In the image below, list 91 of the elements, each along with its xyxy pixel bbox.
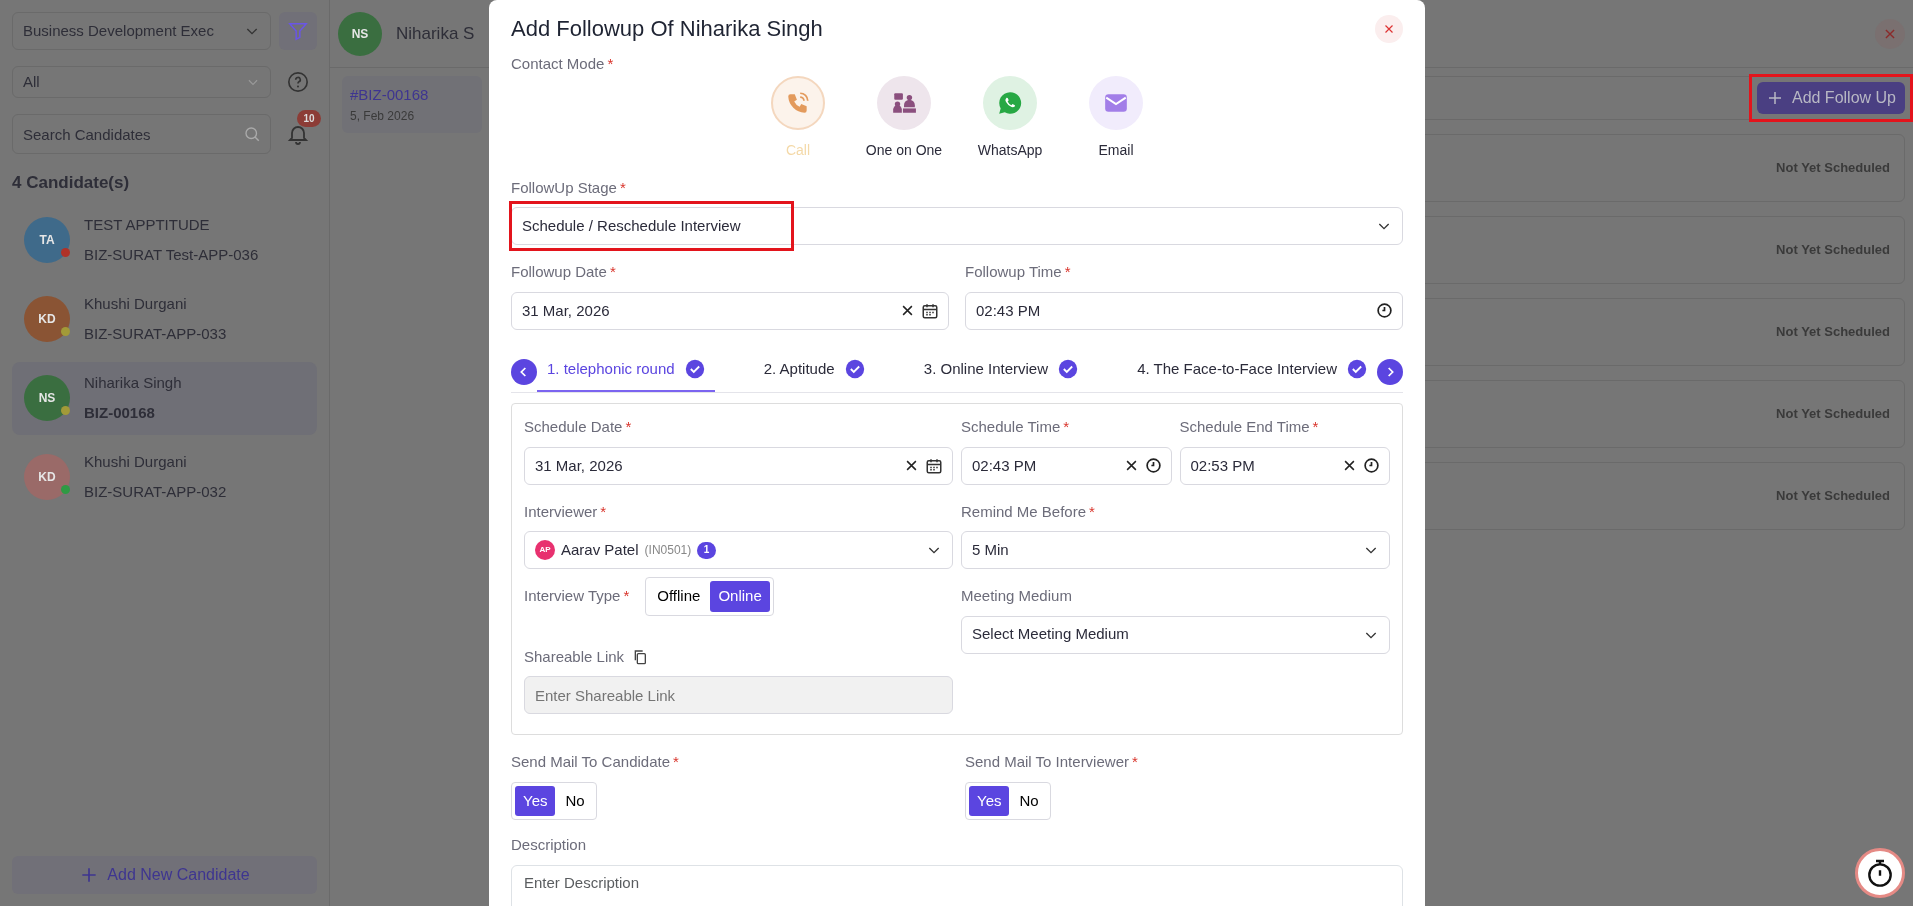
- search-icon: [243, 125, 261, 143]
- application-code: #BIZ-00168: [350, 85, 430, 105]
- field-label: Followup Time *: [965, 262, 1071, 282]
- description-field[interactable]: Enter Description: [511, 864, 1403, 906]
- filter-icon: [287, 20, 309, 42]
- interviewer-name: Aarav Patel: [561, 539, 639, 560]
- candidate-code: BIZ-SURAT-APP-032: [84, 482, 227, 502]
- toggle-option[interactable]: No: [1011, 785, 1047, 816]
- avatar-initials: KD: [24, 296, 70, 342]
- add-follow-up-button[interactable]: Add Follow Up: [1756, 82, 1905, 114]
- field-label: Description: [511, 835, 587, 855]
- clear-icon[interactable]: [900, 303, 915, 318]
- remind-select[interactable]: 5 Min: [961, 531, 1390, 569]
- field-label: Contact Mode *: [511, 54, 614, 74]
- contact-mode-label: Email: [1098, 140, 1134, 160]
- followup-status: Not Yet Scheduled: [1776, 159, 1890, 178]
- round-tab[interactable]: 3. Online Interview: [913, 351, 1089, 392]
- field-label: Send Mail To Interviewer *: [965, 752, 1138, 772]
- modal-title: Add Followup Of Niharika Singh: [511, 15, 823, 43]
- field-label: Interviewer *: [524, 501, 607, 522]
- toggle-option[interactable]: Offline: [649, 581, 709, 612]
- field-label: Schedule End Time *: [1179, 417, 1319, 437]
- search-field[interactable]: Search Candidates: [12, 114, 271, 154]
- timer-button[interactable]: [1855, 848, 1905, 898]
- candidate-count: 4 Candidate(s): [12, 172, 131, 194]
- help-icon[interactable]: [287, 71, 309, 93]
- notification-count: 10: [297, 110, 322, 127]
- avatar-initials: NS: [338, 11, 382, 56]
- time-field[interactable]: 02:53 PM: [1179, 446, 1390, 485]
- avatar-initials: KD: [24, 454, 70, 500]
- copy-icon[interactable]: [632, 648, 649, 665]
- close-icon: [1883, 26, 1897, 41]
- candidate-item[interactable]: KD Khushi Durgani BIZ-SURAT-APP-032: [12, 440, 317, 514]
- calendar-icon[interactable]: [925, 456, 943, 475]
- clear-icon[interactable]: [1342, 458, 1357, 473]
- avatar-initials: TA: [24, 217, 70, 263]
- followup-status: Not Yet Scheduled: [1776, 405, 1890, 424]
- field-label: Send Mail To Candidate *: [511, 752, 679, 772]
- followup-status: Not Yet Scheduled: [1776, 323, 1890, 342]
- candidate-name: Niharika Singh: [84, 372, 182, 393]
- interviewer-select[interactable]: AP Aarav Patel (IN0501) 1: [524, 531, 953, 569]
- avatar-initials: NS: [24, 375, 70, 421]
- candidate-code: BIZ-00168: [84, 403, 156, 423]
- toggle-option[interactable]: Yes: [969, 785, 1010, 816]
- candidate-item[interactable]: TA TEST APPTITUDE BIZ-SURAT Test-APP-036: [12, 203, 317, 277]
- interviewer-code: (IN0501): [644, 542, 692, 559]
- followup-status: Not Yet Scheduled: [1776, 487, 1890, 506]
- meeting-medium-select[interactable]: Select Meeting Medium: [961, 615, 1390, 654]
- candidate-name: Niharika S: [396, 22, 475, 45]
- avatar-initials: AP: [535, 540, 555, 560]
- candidate-item[interactable]: KD Khushi Durgani BIZ-SURAT-APP-033: [12, 282, 317, 356]
- field-label: Shareable Link: [524, 646, 625, 667]
- calendar-icon[interactable]: [921, 301, 939, 320]
- count-badge: 1: [697, 541, 716, 559]
- field-label: Schedule Date *: [524, 417, 632, 437]
- candidate-name: Khushi Durgani: [84, 293, 188, 314]
- contact-mode-option[interactable]: [983, 75, 1037, 130]
- field-label: Schedule Time *: [961, 417, 1070, 437]
- clear-icon[interactable]: [904, 458, 919, 473]
- field-label: Interview Type *: [524, 586, 630, 606]
- clock-icon[interactable]: [1376, 302, 1393, 319]
- candidate-code: BIZ-SURAT Test-APP-036: [84, 245, 259, 265]
- application-date: 5, Feb 2026: [350, 107, 416, 125]
- round-tab[interactable]: 1. telephonic round: [537, 351, 715, 392]
- candidate-item[interactable]: NS Niharika Singh BIZ-00168: [12, 361, 317, 435]
- time-field[interactable]: 02:43 PM: [961, 446, 1172, 485]
- candidate-name: Khushi Durgani: [84, 451, 188, 472]
- field-label: Followup Date *: [511, 262, 616, 282]
- contact-mode-label: Call: [785, 140, 811, 160]
- clock-icon[interactable]: [1363, 457, 1380, 474]
- followup-status: Not Yet Scheduled: [1776, 241, 1890, 260]
- field-label: Meeting Medium: [961, 586, 1072, 606]
- contact-mode-label: One on One: [865, 140, 943, 160]
- date-field[interactable]: 31 Mar, 2026: [511, 291, 949, 330]
- clock-icon[interactable]: [1144, 457, 1162, 474]
- toggle-option[interactable]: Online: [710, 581, 770, 612]
- contact-mode-label: WhatsApp: [977, 140, 1043, 160]
- field-label: Remind Me Before *: [961, 501, 1095, 522]
- toggle-option[interactable]: Yes: [515, 785, 556, 816]
- field-label: FollowUp Stage *: [511, 177, 626, 198]
- toggle-option[interactable]: No: [557, 785, 593, 816]
- candidate-name: TEST APPTITUDE: [84, 214, 211, 235]
- contact-mode-option[interactable]: [877, 75, 931, 130]
- close-icon: [1383, 22, 1395, 35]
- next-button[interactable]: [1377, 358, 1403, 385]
- round-tab[interactable]: 4. The Face-to-Face Interview: [1127, 351, 1377, 392]
- candidate-code: BIZ-SURAT-APP-033: [84, 324, 227, 344]
- time-field[interactable]: 02:43 PM: [965, 291, 1403, 330]
- round-tab[interactable]: 2. Aptitude: [753, 351, 875, 392]
- previous-button[interactable]: [511, 358, 537, 385]
- date-field[interactable]: 31 Mar, 2026: [524, 446, 953, 485]
